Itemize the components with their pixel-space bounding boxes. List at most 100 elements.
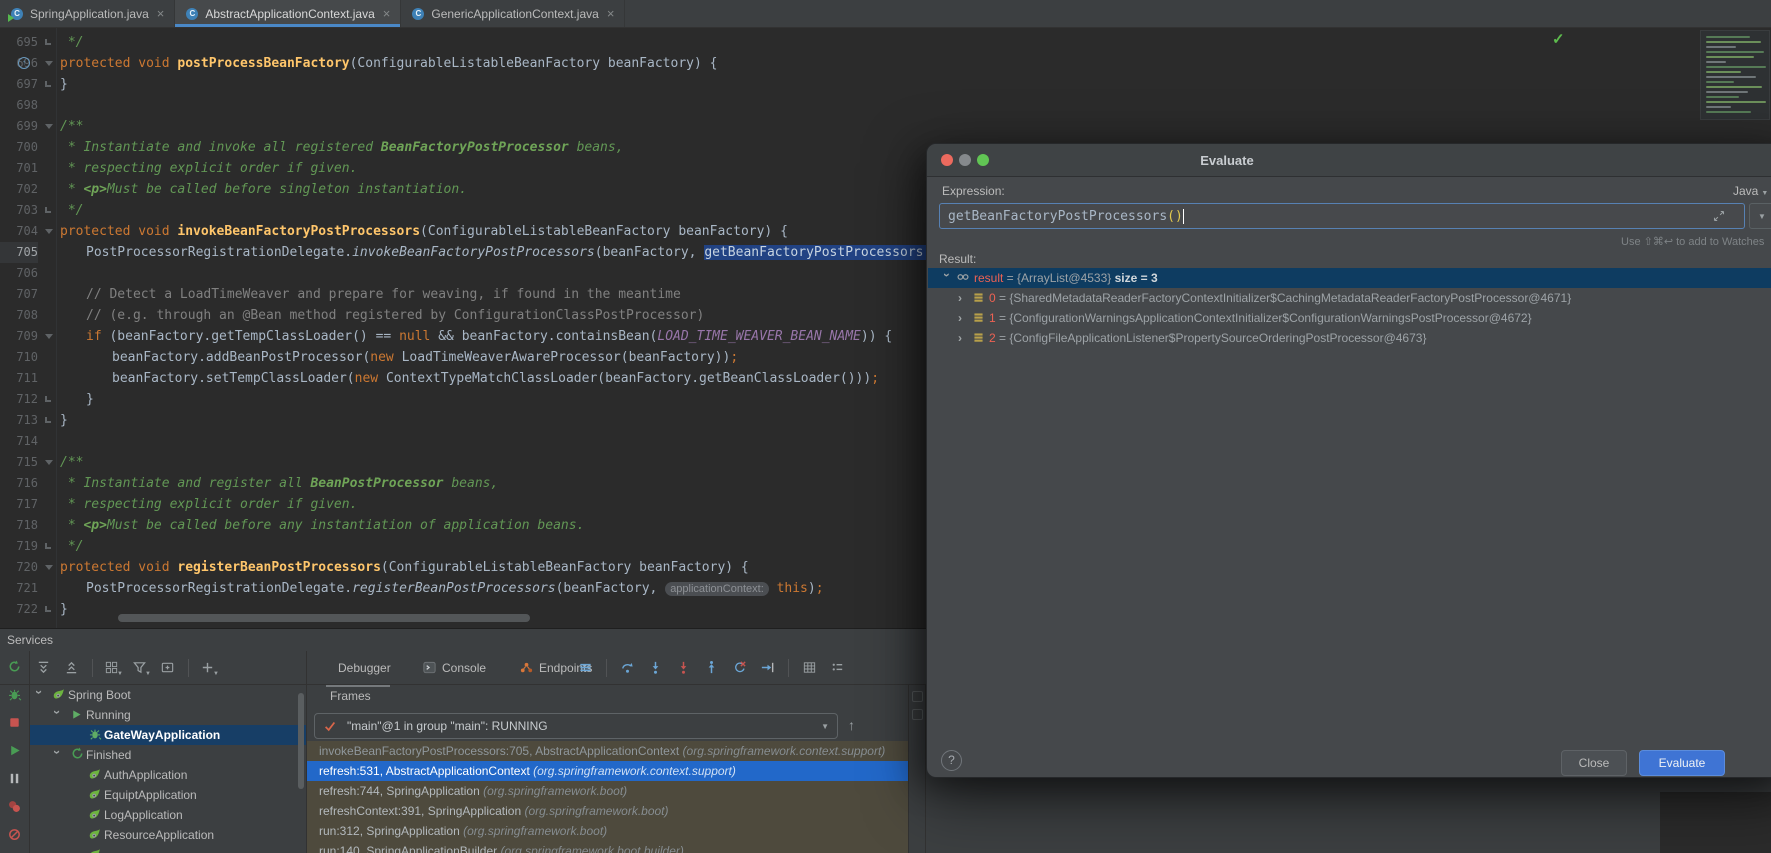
view-options-icon[interactable] [578,660,594,676]
stop-icon[interactable] [7,715,23,731]
override-method-icon[interactable]: ↑ [18,57,30,69]
editor-tab-abstractapplicationcontext-java[interactable]: CAbstractApplicationContext.java× [175,0,401,27]
layout-settings-icon[interactable] [830,660,846,676]
code-token: this [777,581,808,596]
tree-item-label: LogApplication [104,808,183,822]
line-number: 699 [0,116,38,137]
fold-end-marker[interactable] [45,207,51,213]
pause-icon[interactable] [7,771,23,787]
editor-tab-springapplication-java[interactable]: CSpringApplication.java× [0,0,175,27]
expression-history-dropdown[interactable]: ▼ [1749,203,1771,229]
table-view-icon[interactable] [802,660,818,676]
chevron-right-icon[interactable]: › [958,288,968,308]
evaluate-button[interactable]: Evaluate [1639,750,1725,776]
stack-frame[interactable]: invokeBeanFactoryPostProcessors:705, Abs… [307,741,908,761]
tree-item-logapplication[interactable]: LogApplication [30,805,306,825]
inspections-ok-icon[interactable]: ✓ [1552,30,1565,48]
tree-item-running[interactable]: ›Running [30,705,306,725]
close-icon[interactable]: × [157,6,165,21]
stack-frame[interactable]: run:140, SpringApplicationBuilder (org.s… [307,841,908,853]
fold-marker[interactable] [45,460,53,465]
stack-frame[interactable]: run:312, SpringApplication (org.springfr… [307,821,908,841]
mute-breakpoints-icon[interactable] [7,827,23,843]
result-node-1[interactable]: ›1 = {ConfigurationWarningsApplicationCo… [928,308,1771,328]
fold-end-marker[interactable] [45,606,51,612]
open-in-new-frame-icon[interactable] [160,660,176,676]
close-icon[interactable]: × [383,6,391,21]
expression-input[interactable]: getBeanFactoryPostProcessors() [939,203,1745,229]
result-node-2[interactable]: ›2 = {ConfigFileApplicationListener$Prop… [928,328,1771,348]
stack-frame[interactable]: refresh:744, SpringApplication (org.spri… [307,781,908,801]
tree-item-resourceapplication[interactable]: ResourceApplication [30,825,306,845]
chevron-down-icon[interactable]: › [937,273,957,283]
stack-frame[interactable]: refreshContext:391, SpringApplication (o… [307,801,908,821]
frames-tab[interactable]: Frames [330,689,371,703]
zoom-window-icon[interactable] [977,154,989,166]
close-icon[interactable]: × [607,6,615,21]
fold-marker[interactable] [45,61,53,66]
code-line: } [60,410,68,431]
result-node-result[interactable]: ›result = {ArrayList@4533} size = 3 [928,268,1771,288]
line-number: 704 [0,221,38,242]
tree-item-finished[interactable]: ›Finished [30,745,306,765]
stack-frame[interactable]: refresh:531, AbstractApplicationContext … [307,761,908,781]
fold-end-marker[interactable] [45,417,51,423]
minimize-window-icon[interactable] [959,154,971,166]
top-frame-icon[interactable]: ↑ [848,717,855,733]
tree-item-clipped[interactable] [30,845,306,853]
run-to-cursor-icon[interactable] [760,660,776,676]
step-over-icon[interactable] [620,660,636,676]
chevron-right-icon[interactable]: › [958,328,968,348]
panel-mini-icon[interactable] [912,691,923,702]
tree-scrollbar[interactable] [298,693,304,789]
help-button[interactable]: ? [941,750,962,771]
language-selector[interactable]: Java▼ [1733,184,1768,198]
expand-all-icon[interactable] [36,660,52,676]
code-token: registerBeanPostProcessors [177,560,381,575]
chevron-down-icon[interactable]: › [47,750,67,760]
force-step-into-icon[interactable] [676,660,692,676]
resume-icon[interactable] [7,743,23,759]
tree-item-spring-boot[interactable]: ›Spring Boot [30,685,306,705]
result-node-0[interactable]: ›0 = {SharedMetadataReaderFactoryContext… [928,288,1771,308]
tree-item-authapplication[interactable]: AuthApplication [30,765,306,785]
tree-item-equiptapplication[interactable]: EquiptApplication [30,785,306,805]
step-out-icon[interactable] [704,660,720,676]
collapse-all-icon[interactable] [64,660,80,676]
editor-tab-genericapplicationcontext-java[interactable]: CGenericApplicationContext.java× [401,0,625,27]
tab-console[interactable]: Console [442,661,486,675]
fold-marker[interactable] [45,334,53,339]
reset-frame-icon[interactable] [732,660,748,676]
code-minimap[interactable] [1700,30,1770,120]
rerun-icon[interactable] [7,659,23,675]
stop-all-icon[interactable] [7,799,23,815]
tab-debugger[interactable]: Debugger [338,661,391,675]
code-line: protected void postProcessBeanFactory(Co… [60,53,717,74]
horizontal-scrollbar[interactable] [118,614,530,622]
code-token: (ConfigurableListableBeanFactory beanFac… [350,56,718,71]
toolbar-separator [188,659,189,677]
frames-list[interactable]: invokeBeanFactoryPostProcessors:705, Abs… [307,741,908,853]
fold-end-marker[interactable] [45,39,51,45]
debug-icon[interactable] [7,687,23,703]
dialog-title-bar[interactable]: Evaluate [927,144,1771,177]
fold-end-marker[interactable] [45,543,51,549]
thread-selector-dropdown[interactable]: "main"@1 in group "main": RUNNING ▼ [314,713,838,739]
step-into-icon[interactable] [648,660,664,676]
chevron-right-icon[interactable]: › [958,308,968,328]
panel-mini-icon[interactable] [912,709,923,720]
close-window-icon[interactable] [941,154,953,166]
fold-marker[interactable] [45,124,53,129]
expand-editor-icon[interactable] [1713,209,1725,227]
services-tree[interactable]: ›Spring Boot›RunningGateWayApplication›F… [30,685,306,853]
code-token: ; [816,581,824,596]
fold-marker[interactable] [45,565,53,570]
fold-marker[interactable] [45,229,53,234]
minimap-line [1706,51,1764,53]
fold-end-marker[interactable] [45,396,51,402]
close-button[interactable]: Close [1561,750,1627,776]
chevron-down-icon[interactable]: › [30,690,49,700]
tree-item-gatewayapplication[interactable]: GateWayApplication [30,725,306,745]
chevron-down-icon[interactable]: › [47,710,67,720]
fold-end-marker[interactable] [45,81,51,87]
